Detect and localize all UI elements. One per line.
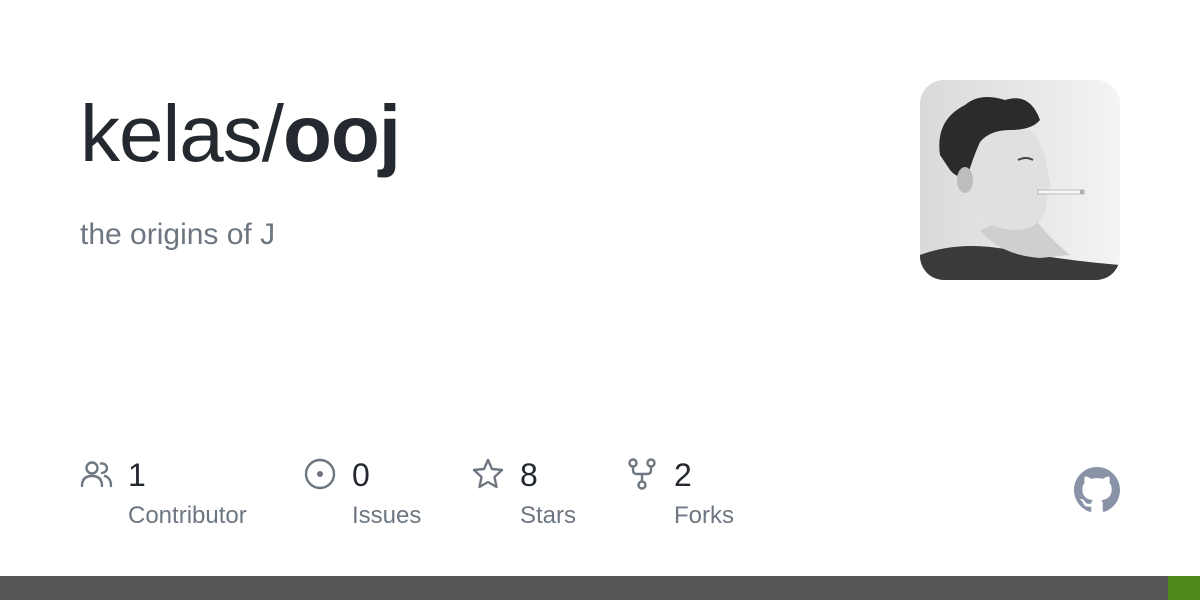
- repo-owner: kelas/: [80, 89, 284, 178]
- stars-count: 8: [520, 457, 538, 493]
- owner-avatar: [920, 80, 1120, 280]
- star-icon: [472, 458, 504, 489]
- issues-label: Issues: [352, 502, 422, 529]
- issues-count: 0: [352, 457, 370, 493]
- repo-name: ooj: [282, 89, 401, 178]
- github-logo-icon[interactable]: [1074, 467, 1120, 513]
- repo-description: the origins of J: [80, 218, 276, 251]
- repo-title[interactable]: kelas/ooj: [80, 86, 401, 182]
- language-segment: [1168, 576, 1200, 600]
- language-bar: [0, 576, 1200, 600]
- forks-label: Forks: [674, 502, 734, 529]
- contributors-count: 1: [128, 457, 146, 493]
- issue-icon: [304, 458, 336, 490]
- people-icon: [80, 461, 113, 488]
- contributors-label: Contributor: [128, 502, 247, 529]
- fork-icon: [628, 458, 656, 490]
- forks-count: 2: [674, 457, 692, 493]
- stars-label: Stars: [520, 502, 577, 529]
